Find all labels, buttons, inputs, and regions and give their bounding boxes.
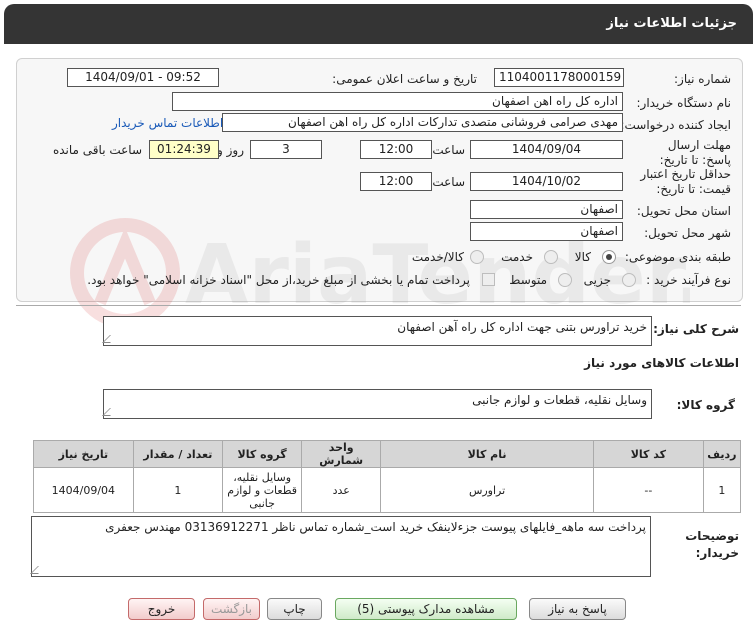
table-header-row: ردیف کد کالا نام کالا واحد شمارش گروه کا…	[33, 440, 742, 468]
need-number-field: 1104001178000159	[494, 68, 624, 87]
print-button[interactable]: چاپ	[267, 598, 322, 620]
cell-row: 1	[702, 467, 742, 513]
col-row: ردیف	[702, 440, 742, 468]
category-label: طبقه بندی موضوعی:	[624, 250, 731, 264]
city-field: اصفهان	[470, 222, 623, 241]
creator-label: ایجاد کننده درخواست:	[620, 118, 731, 132]
remaining-time-label: ساعت باقی مانده	[52, 143, 142, 157]
category-option-service: خدمت	[501, 250, 533, 264]
col-code: کد کالا	[592, 440, 704, 468]
col-unit: واحد شمارش	[301, 440, 382, 468]
resize-grip-icon[interactable]	[102, 335, 118, 343]
notes-label: توضیحات خریدار:	[685, 529, 739, 560]
deadline-time-field: 12:00	[360, 140, 432, 159]
need-number-label: شماره نیاز:	[674, 72, 731, 86]
province-label: استان محل تحویل:	[636, 204, 731, 218]
remaining-time-field: 01:24:39	[149, 140, 219, 159]
cell-qty: 1	[132, 467, 224, 513]
goods-group-text: وسایل نقلیه، قطعات و لوازم جانبی	[472, 393, 647, 407]
category-option-goods: کالا	[574, 250, 591, 264]
validity-date-field: 1404/10/02	[470, 172, 623, 191]
buyer-org-field: اداره کل راه اهن اصفهان	[172, 92, 623, 111]
col-date: تاریخ نیاز	[33, 440, 134, 468]
goods-group-textarea[interactable]: وسایل نقلیه، قطعات و لوازم جانبی	[102, 389, 652, 419]
resize-grip-icon[interactable]	[30, 566, 46, 574]
back-button[interactable]: بازگشت	[203, 598, 260, 620]
process-radio-minor[interactable]	[622, 273, 636, 287]
page-header: جزئیات اطلاعات نیاز	[4, 4, 753, 44]
col-name: نام کالا	[380, 440, 594, 468]
page-title: جزئیات اطلاعات نیاز	[606, 16, 737, 31]
days-field: 3	[250, 140, 322, 159]
announce-date-field: 1404/09/01 - 09:52	[67, 68, 219, 87]
treasury-bonds-note: پرداخت تمام یا بخشی از مبلغ خرید،از محل …	[87, 273, 470, 287]
announce-date-label: تاریخ و ساعت اعلان عمومی:	[332, 72, 477, 86]
process-option-minor: جزیی	[583, 273, 611, 287]
cell-date: 1404/09/04	[33, 467, 134, 513]
summary-label: شرح کلی نیاز:	[653, 322, 739, 336]
buyer-org-label: نام دستگاه خریدار:	[636, 96, 732, 110]
reply-button[interactable]: پاسخ به نیاز	[529, 598, 626, 620]
notes-textarea[interactable]: پرداخت سه ماهه_فایلهای پیوست جزءلاینفک خ…	[30, 516, 651, 577]
creator-field: مهدی صرامی فروشانی متصدی تدارکات اداره ک…	[222, 113, 623, 132]
deadline-date-field: 1404/09/04	[470, 140, 623, 159]
exit-button[interactable]: خروج	[128, 598, 195, 620]
validity-time-field: 12:00	[360, 172, 432, 191]
cell-group: وسایل نقلیه، قطعات و لوازم جانبی	[222, 467, 303, 513]
goods-section-title: اطلاعات کالاهای مورد نیاز	[584, 356, 739, 370]
deadline-time-word: ساعت	[432, 143, 465, 157]
validity-label: حداقل تاریخ اعتبار قیمت: تا تاریخ:	[640, 167, 731, 196]
deadline-label: مهلت ارسال پاسخ: تا تاریخ:	[659, 138, 731, 167]
process-label: نوع فرآیند خرید :	[646, 273, 731, 287]
summary-textarea[interactable]: خرید تراورس بتنی جهت اداره کل راه آهن اص…	[102, 316, 652, 346]
notes-text: پرداخت سه ماهه_فایلهای پیوست جزءلاینفک خ…	[105, 520, 646, 534]
goods-group-label: گروه کالا:	[676, 398, 735, 412]
category-option-goods-service: کالا/خدمت	[411, 250, 464, 264]
province-field: اصفهان	[470, 200, 623, 219]
process-radio-medium[interactable]	[558, 273, 572, 287]
category-radio-goods[interactable]	[602, 250, 616, 264]
category-radio-goods-service[interactable]	[470, 250, 484, 264]
cell-name: تراورس	[380, 467, 594, 513]
cell-unit: عدد	[301, 467, 382, 513]
col-group: گروه کالا	[222, 440, 303, 468]
validity-time-word: ساعت	[432, 175, 465, 189]
buyer-contact-link[interactable]: اطلاعات تماس خریدار	[112, 116, 223, 130]
process-option-medium: متوسط	[509, 273, 547, 287]
cell-code: --	[592, 467, 704, 513]
col-qty: تعداد / مقدار	[132, 440, 224, 468]
section-divider	[16, 305, 741, 306]
view-attachments-button[interactable]: مشاهده مدارک پیوستی (5)	[335, 598, 517, 620]
summary-text: خرید تراورس بتنی جهت اداره کل راه آهن اص…	[397, 320, 647, 334]
resize-grip-icon[interactable]	[102, 408, 118, 416]
treasury-bonds-checkbox[interactable]	[482, 273, 495, 286]
category-radio-service[interactable]	[544, 250, 558, 264]
city-label: شهر محل تحویل:	[644, 226, 731, 240]
days-word: روز و	[217, 143, 244, 157]
goods-table: ردیف کد کالا نام کالا واحد شمارش گروه کا…	[33, 440, 742, 513]
table-row: 1 -- تراورس عدد وسایل نقلیه، قطعات و لوا…	[33, 467, 742, 513]
